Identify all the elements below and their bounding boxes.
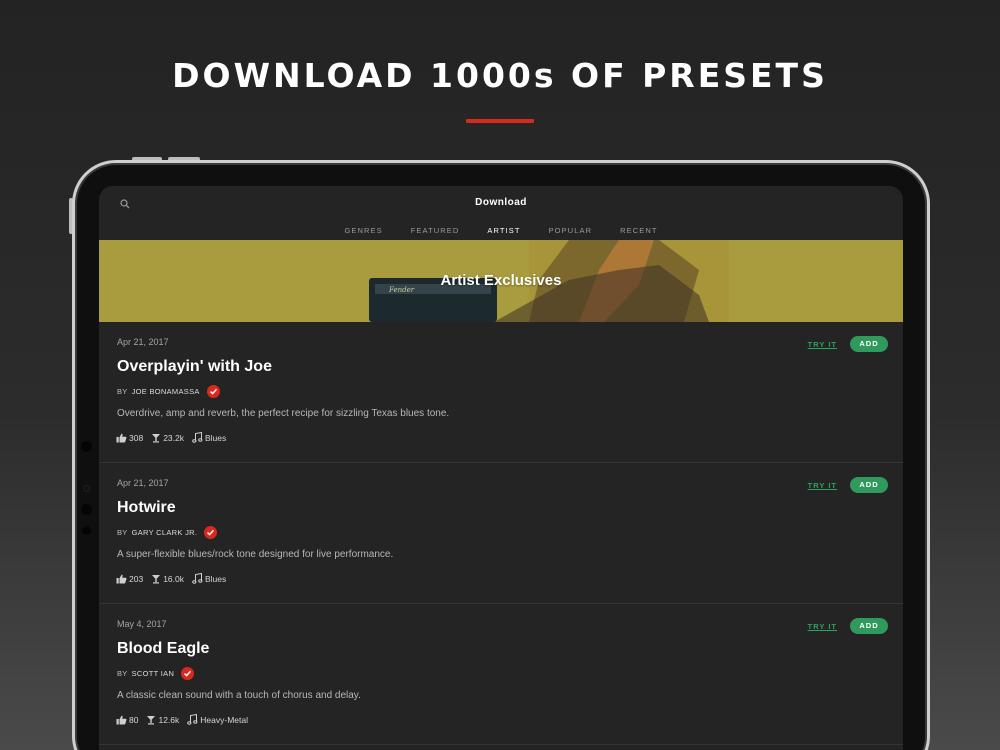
tab-bar: GENRES FEATURED ARTIST POPULAR RECENT [99,226,903,235]
preset-artist: BY GARY CLARK JR. [117,526,218,539]
genre-label: Blues [204,432,227,443]
artist-name[interactable]: JOE BONAMASSA [132,387,200,396]
headline-underline [466,119,534,123]
preset-name[interactable]: Hotwire [117,499,176,517]
preset-artist: BY JOE BONAMASSA [117,385,220,398]
tab-popular[interactable]: POPULAR [535,226,607,235]
preset-name[interactable]: Blood Eagle [117,640,209,658]
tab-featured[interactable]: FEATURED [397,226,474,235]
add-button[interactable]: ADD [850,477,888,493]
download-icon [152,574,161,583]
top-bar: Download GENRES FEATURED ARTIST POPULAR … [99,186,903,240]
download-icon [152,433,161,442]
verified-check-icon [204,526,218,539]
preset-description: Overdrive, amp and reverb, the perfect r… [117,408,450,419]
preset-description: A classic clean sound with a touch of ch… [117,690,361,701]
banner-title: Artist Exclusives [440,272,562,289]
tab-recent[interactable]: RECENT [606,226,671,235]
likes-stat: 203 [116,574,143,584]
downloads-count: 23.2k [163,432,184,443]
likes-stat: 308 [116,433,143,443]
preset-card[interactable]: May 4, 2017 Blood Eagle BY SCOTT IAN A c… [99,604,903,745]
likes-stat: 80 [116,715,138,725]
preset-name[interactable]: Overplayin' with Joe [117,358,272,376]
device-sensor [83,485,90,492]
downloads-count: 12.6k [158,714,180,725]
tab-artist[interactable]: ARTIST [473,226,534,235]
by-label: BY [117,528,128,537]
artist-name[interactable]: SCOTT IAN [132,669,175,678]
app-screen: Download GENRES FEATURED ARTIST POPULAR … [99,186,903,750]
screen-title: Download [475,197,527,208]
device-sensor [81,504,92,515]
thumbs-up-icon [116,574,127,583]
preset-date: May 4, 2017 [117,619,167,629]
likes-count: 308 [129,432,144,443]
preset-stats: 203 16.0k Blues [116,573,234,584]
page-headline: DOWNLOAD 1000s OF PRESETS [172,56,828,95]
downloads-stat: 16.0k [151,574,184,584]
preset-date: Apr 21, 2017 [117,478,169,488]
artist-exclusives-banner[interactable]: Fender Artist Exclusives [99,240,903,322]
genre-stat: Heavy-Metal [187,714,248,725]
device-sensor [82,526,91,535]
downloads-count: 16.0k [163,573,184,584]
preset-stats: 80 12.6k Heavy-Metal [116,714,256,725]
downloads-stat: 12.6k [146,715,179,725]
music-note-icon [192,573,203,584]
try-it-link[interactable]: TRY IT [808,622,837,631]
device-camera [81,441,92,452]
by-label: BY [117,669,128,678]
thumbs-up-icon [116,433,127,442]
genre-label: Heavy-Metal [200,714,248,725]
preset-description: A super-flexible blues/rock tone designe… [117,549,394,560]
preset-card[interactable]: Apr 21, 2017 Overplayin' with Joe BY JOE… [99,322,903,463]
genre-label: Blues [204,573,227,584]
genre-stat: Blues [192,573,226,584]
verified-check-icon [206,385,220,398]
likes-count: 80 [129,714,139,725]
add-button[interactable]: ADD [850,618,888,634]
thumbs-up-icon [116,715,127,724]
try-it-link[interactable]: TRY IT [808,340,837,349]
verified-check-icon [181,667,195,680]
music-note-icon [187,714,198,725]
preset-artist: BY SCOTT IAN [117,667,195,680]
artist-name[interactable]: GARY CLARK JR. [132,528,198,537]
try-it-link[interactable]: TRY IT [808,481,837,490]
downloads-stat: 23.2k [151,433,184,443]
by-label: BY [117,387,128,396]
add-button[interactable]: ADD [850,336,888,352]
download-icon [147,715,156,724]
preset-stats: 308 23.2k Blues [116,432,234,443]
tab-genres[interactable]: GENRES [330,226,396,235]
preset-card[interactable]: Apr 21, 2017 Hotwire BY GARY CLARK JR. A… [99,463,903,604]
preset-date: Apr 21, 2017 [117,337,169,347]
genre-stat: Blues [192,432,226,443]
likes-count: 203 [129,573,144,584]
music-note-icon [192,432,203,443]
